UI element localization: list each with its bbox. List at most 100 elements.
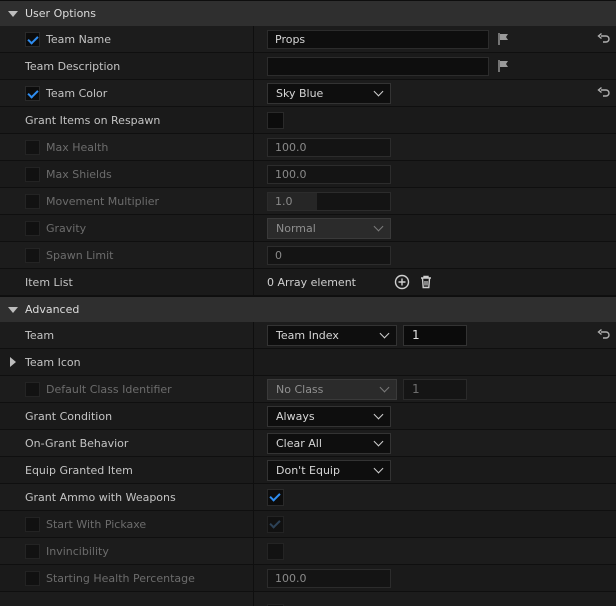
team-value: Team Index: [276, 328, 339, 342]
gravity-dropdown[interactable]: Normal: [267, 217, 391, 239]
team-color-value: Sky Blue: [276, 86, 324, 100]
on-grant-behavior-value: Clear All: [276, 436, 322, 450]
row-equip-granted-item: Equip Granted Item Don't Equip: [0, 457, 616, 484]
expand-triangle-icon[interactable]: [10, 357, 16, 367]
advanced-rows: Team Team Index 1 Team Icon Default Clas…: [0, 322, 616, 606]
row-spawn-limit: Spawn Limit 0: [0, 242, 616, 269]
team-dropdown[interactable]: Team Index: [267, 324, 397, 346]
invincibility-checkbox[interactable]: [267, 542, 284, 560]
row-gravity: Gravity Normal: [0, 215, 616, 242]
collapse-triangle-icon[interactable]: [8, 306, 18, 313]
max-shields-input[interactable]: 100.0: [267, 164, 391, 184]
movement-multiplier-slider[interactable]: 1.0: [267, 191, 391, 211]
grant-ammo-with-weapons-checkbox[interactable]: [267, 488, 284, 506]
chevron-down-icon: [373, 409, 384, 419]
movement-multiplier-value: 1.0: [275, 194, 293, 208]
row-movement-multiplier: Movement Multiplier 1.0: [0, 188, 616, 215]
row-grant-ammo-with-weapons: Grant Ammo with Weapons: [0, 484, 616, 511]
team-description-label: Team Description: [25, 59, 121, 73]
reset-arrow-icon[interactable]: [597, 86, 611, 100]
row-item-list: Item List 0 Array element: [0, 269, 616, 296]
flag-icon[interactable]: [497, 59, 511, 73]
row-grant-condition: Grant Condition Always: [0, 403, 616, 430]
equip-granted-item-dropdown[interactable]: Don't Equip: [267, 459, 391, 481]
row-team-icon[interactable]: Team Icon: [0, 349, 616, 376]
collapse-triangle-icon[interactable]: [8, 10, 18, 17]
default-class-identifier-label: Default Class Identifier: [46, 382, 172, 396]
team-color-dropdown[interactable]: Sky Blue: [267, 82, 391, 104]
user-options-rows: Team Name Props Team Description Team Co…: [0, 26, 616, 296]
row-team-name: Team Name Props: [0, 26, 616, 53]
chevron-down-icon: [379, 382, 390, 392]
row-team: Team Team Index 1: [0, 322, 616, 349]
section-title: User Options: [25, 7, 97, 20]
chevron-down-icon: [373, 221, 384, 231]
row-invincibility: Invincibility: [0, 538, 616, 565]
chevron-down-icon: [373, 463, 384, 473]
team-icon-label: Team Icon: [25, 355, 81, 369]
default-class-dropdown[interactable]: No Class: [267, 378, 397, 400]
starting-health-percentage-label: Starting Health Percentage: [46, 571, 195, 585]
movement-multiplier-checkbox[interactable]: [25, 193, 40, 209]
start-with-pickaxe-override-checkbox[interactable]: [25, 516, 40, 532]
on-grant-behavior-label: On-Grant Behavior: [25, 436, 129, 450]
starting-health-percentage-checkbox[interactable]: [25, 570, 40, 586]
gravity-label: Gravity: [46, 221, 87, 235]
reset-arrow-icon[interactable]: [597, 32, 611, 46]
section-advanced[interactable]: Advanced: [0, 296, 616, 322]
item-list-count: 0 Array element: [267, 275, 356, 289]
grant-items-on-respawn-label: Grant Items on Respawn: [25, 113, 161, 127]
grant-condition-label: Grant Condition: [25, 409, 113, 423]
trash-icon[interactable]: [417, 273, 435, 291]
team-name-label: Team Name: [46, 32, 112, 46]
invincibility-override-checkbox[interactable]: [25, 543, 40, 559]
team-description-input[interactable]: [267, 56, 489, 76]
grant-condition-dropdown[interactable]: Always: [267, 405, 391, 427]
default-class-identifier-checkbox[interactable]: [25, 381, 40, 397]
spawn-limit-checkbox[interactable]: [25, 247, 40, 263]
team-color-checkbox[interactable]: [25, 85, 40, 101]
max-shields-checkbox[interactable]: [25, 166, 40, 182]
movement-multiplier-label: Movement Multiplier: [46, 194, 160, 208]
team-name-checkbox[interactable]: [25, 31, 40, 47]
flag-icon[interactable]: [497, 32, 511, 46]
section-user-options[interactable]: User Options: [0, 0, 616, 26]
spawn-limit-label: Spawn Limit: [46, 248, 114, 262]
spawn-limit-input[interactable]: 0: [267, 245, 391, 265]
row-team-description: Team Description: [0, 53, 616, 80]
row-start-with-pickaxe: Start With Pickaxe: [0, 511, 616, 538]
gravity-checkbox[interactable]: [25, 220, 40, 236]
row-on-grant-behavior: On-Grant Behavior Clear All: [0, 430, 616, 457]
max-health-checkbox[interactable]: [25, 139, 40, 155]
row-team-color: Team Color Sky Blue: [0, 80, 616, 107]
row-starting-health-percentage: Starting Health Percentage 100.0: [0, 565, 616, 592]
chevron-down-icon: [373, 436, 384, 446]
team-name-input[interactable]: Props: [267, 29, 489, 49]
max-health-input[interactable]: 100.0: [267, 137, 391, 157]
equip-granted-item-value: Don't Equip: [276, 463, 340, 477]
reset-arrow-icon[interactable]: [597, 328, 611, 342]
row-max-shields: Max Shields 100.0: [0, 161, 616, 188]
team-index-input[interactable]: 1: [403, 324, 467, 346]
row-default-class-identifier: Default Class Identifier No Class 1: [0, 376, 616, 403]
row-grant-items-on-respawn: Grant Items on Respawn: [0, 107, 616, 134]
row-partial: [0, 592, 616, 606]
add-circle-icon[interactable]: [393, 273, 411, 291]
invincibility-label: Invincibility: [46, 544, 109, 558]
on-grant-behavior-dropdown[interactable]: Clear All: [267, 432, 391, 454]
start-with-pickaxe-checkbox[interactable]: [267, 515, 284, 533]
team-label: Team: [25, 328, 55, 342]
chevron-down-icon: [379, 328, 390, 338]
team-color-label: Team Color: [46, 86, 108, 100]
section-title: Advanced: [25, 303, 80, 316]
grant-ammo-with-weapons-label: Grant Ammo with Weapons: [25, 490, 176, 504]
max-shields-label: Max Shields: [46, 167, 112, 181]
chevron-down-icon: [373, 86, 384, 96]
default-class-number-input[interactable]: 1: [403, 378, 467, 400]
grant-condition-value: Always: [276, 409, 315, 423]
row-max-health: Max Health 100.0: [0, 134, 616, 161]
item-list-label: Item List: [25, 275, 73, 289]
starting-health-percentage-input[interactable]: 100.0: [267, 568, 391, 588]
start-with-pickaxe-label: Start With Pickaxe: [46, 517, 147, 531]
grant-items-on-respawn-checkbox[interactable]: [267, 111, 284, 129]
